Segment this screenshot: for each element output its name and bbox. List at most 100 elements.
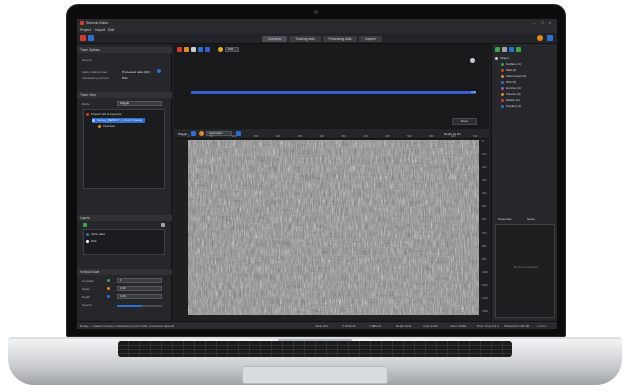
tab-notes[interactable]: Notes (527, 217, 535, 221)
object-type-icon (501, 80, 504, 84)
object-tree-item[interactable]: Volume (4) (501, 92, 521, 97)
status-bar: Ready — loaded 3 traces, interleaving so… (77, 321, 557, 329)
x-tick-label: 200 (275, 135, 281, 138)
object-type-icon (501, 86, 504, 90)
properties-pane: No items selected (495, 224, 555, 318)
x-tick-label: 150 (253, 135, 259, 138)
object-tree-item[interactable]: Fault traces (3) (501, 74, 526, 79)
minimize-button[interactable]: – (533, 20, 535, 25)
object-type-icon (501, 104, 504, 108)
title-bar: Seismic Editor – □ × (77, 19, 557, 27)
project-icon (86, 112, 89, 116)
object-tree-item[interactable]: Polyline (2) (501, 104, 521, 109)
object-tree-item[interactable]: Well (2) (501, 68, 516, 73)
window-title: Seismic Editor (86, 21, 109, 25)
status-item: X 1032.45 (342, 324, 356, 328)
filter-icon[interactable] (509, 47, 514, 52)
left-gutter (174, 140, 188, 315)
expand-icon[interactable] (470, 58, 475, 63)
track-view: 100 0.00 Move (174, 44, 489, 129)
tab-bar: Overview Tracking data Processing data I… (262, 36, 382, 42)
menu-import[interactable]: Import (95, 28, 105, 32)
chart-icon[interactable] (198, 47, 203, 52)
grid-icon[interactable] (191, 47, 196, 52)
row-label: Interleaving sources (82, 76, 109, 80)
tree-item[interactable]: Inversion (98, 124, 115, 129)
status-item: Proc. Time 0.3 s (477, 324, 499, 328)
y-tick-label: 400 (482, 192, 487, 196)
visibility-icon[interactable] (516, 47, 521, 52)
menu-hamburger-icon[interactable] (547, 35, 553, 41)
status-item: Y 880.12 (369, 324, 381, 328)
seismic-section-image[interactable] (188, 140, 479, 315)
mode-select[interactable]: Wiggle (117, 101, 162, 106)
depth-field[interactable]: 1.00 (117, 294, 162, 299)
opacity-slider[interactable] (117, 305, 162, 307)
x-tick-label: 650 (473, 135, 478, 138)
object-tree-item[interactable]: Pick (5) (501, 80, 516, 85)
folder-icon[interactable] (184, 47, 189, 52)
object-tree-item[interactable]: Marker (2) (501, 98, 520, 103)
menu-edit[interactable]: Edit (108, 28, 114, 32)
object-type-icon (501, 62, 504, 66)
x-tick-label: 100 (231, 135, 237, 138)
tab-tracking-data[interactable]: Tracking data (289, 36, 321, 42)
layer-list: Inline data Pick (83, 229, 165, 255)
y-tick-label: 500 (482, 205, 487, 209)
trackpad (242, 366, 388, 384)
y-tick-label: 200 (482, 166, 487, 170)
survey-icon (92, 118, 95, 122)
link-icon[interactable] (205, 47, 210, 52)
layer-item[interactable]: Inline data (86, 232, 105, 237)
status-item: Zoom 100% (450, 324, 467, 328)
maximize-button[interactable]: □ (541, 20, 543, 25)
tree-item-selected[interactable]: Survey_RESULT_1 (3 of 3 traces) (92, 118, 146, 123)
status-dot-icon (107, 279, 110, 282)
x-tick-label: 250 (297, 135, 302, 138)
save-icon[interactable] (88, 35, 94, 41)
scale-field[interactable]: 1.00 (117, 286, 162, 291)
x-tick-label: 300 (319, 135, 324, 138)
object-type-icon (501, 68, 504, 72)
object-tree-item[interactable]: Object (495, 56, 509, 61)
layer-icon (86, 232, 89, 236)
constant-field[interactable]: 1 (117, 278, 162, 283)
track-timeline-bar[interactable] (191, 91, 476, 94)
y-tick-label: 1200 (482, 296, 488, 300)
webcam (314, 10, 318, 14)
menu-project[interactable]: Project (80, 28, 91, 32)
user-avatar-icon[interactable] (537, 35, 543, 41)
status-item: Streamed 1.48 GB (504, 324, 529, 328)
row-value: RS1 (122, 76, 128, 80)
add-icon[interactable] (495, 47, 500, 52)
status-item: Inline 231 (315, 324, 329, 328)
tab-inspect[interactable]: Inspect (359, 36, 382, 42)
object-tree-item[interactable]: Horizon (4) (501, 86, 521, 91)
keyboard (118, 341, 512, 357)
tab-overview[interactable]: Overview (262, 36, 288, 42)
control-label: Constant (82, 279, 95, 283)
tab-processing-data[interactable]: Processing data (322, 36, 358, 42)
left-panel: Trace Options Source Apply scaling rules… (77, 44, 172, 321)
row-value: Processed data (AR) (122, 70, 150, 74)
move-button[interactable]: Move (452, 118, 477, 125)
y-tick-label: 300 (482, 179, 487, 183)
layer-item[interactable]: Pick (86, 239, 97, 244)
object-tree-item[interactable]: Surface (3) (501, 62, 521, 67)
status-item: Amp 0.432 (423, 324, 438, 328)
record-icon[interactable] (177, 47, 182, 52)
close-button[interactable]: × (549, 20, 551, 25)
zoom-input[interactable]: 100 (225, 47, 239, 52)
edit-icon[interactable] (161, 223, 165, 227)
x-axis: 0 50 100 150 200 250 300 350 400 450 500 550 600 650 (188, 135, 479, 139)
x-tick-label: 550 (429, 135, 434, 138)
tree-item[interactable]: Project 101 (1 layer(s)) (86, 112, 122, 117)
tab-properties[interactable]: Properties (498, 217, 512, 221)
status-message: Ready — loaded 3 traces, interleaving so… (80, 324, 175, 328)
add-layer-icon[interactable] (83, 223, 87, 227)
new-project-icon[interactable] (80, 35, 86, 41)
y-tick-label: 600 (482, 218, 487, 222)
info-icon[interactable] (157, 69, 161, 73)
edit-icon[interactable] (502, 47, 507, 52)
zoom-icon[interactable] (218, 47, 223, 52)
